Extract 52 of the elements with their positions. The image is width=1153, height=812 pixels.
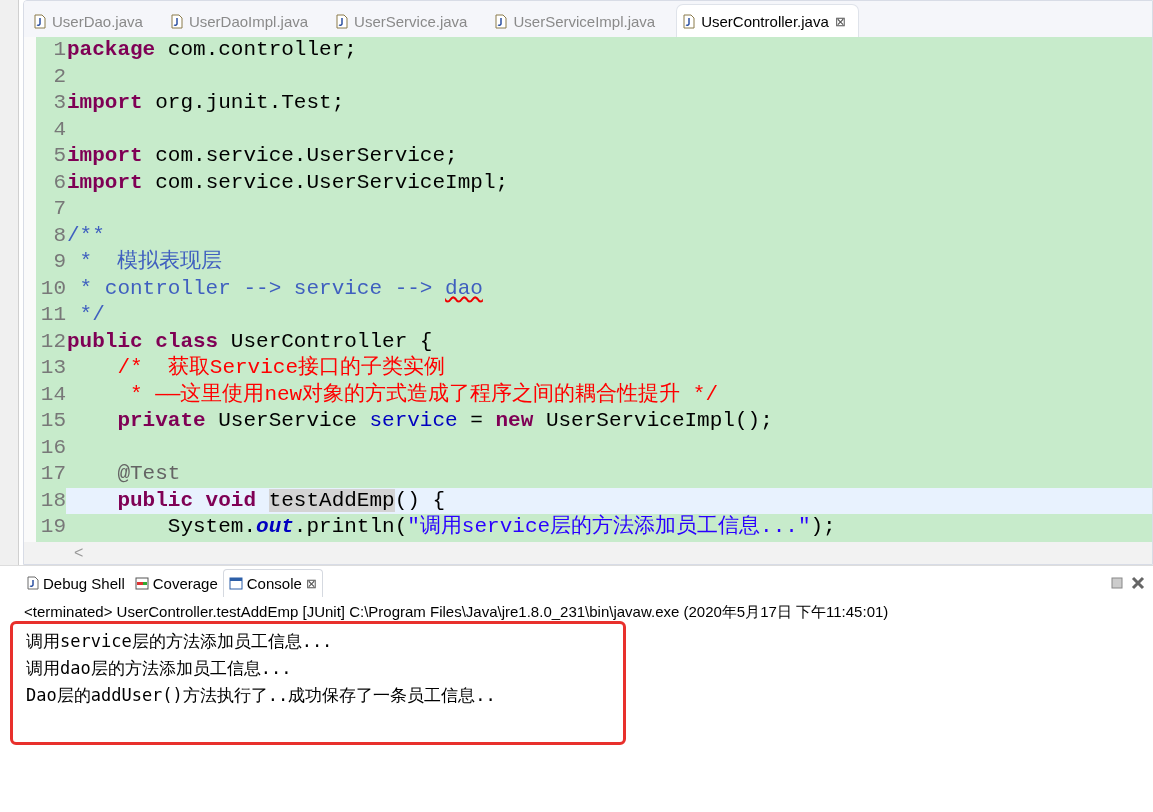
console-tab[interactable]: Debug Shell xyxy=(22,569,130,597)
line-number: 8 xyxy=(52,222,66,249)
code-line: * 模拟表现层 xyxy=(78,249,224,275)
line-number: 10 xyxy=(39,275,66,302)
code-line: * controller --> service --> dao xyxy=(78,275,484,302)
java-file-icon xyxy=(34,13,46,29)
java-file-icon xyxy=(336,13,349,29)
line-number: 18 xyxy=(39,487,66,514)
code-line: * ——这里使用new对象的方式造成了程序之间的耦合性提升 */ xyxy=(129,381,720,408)
line-number: 6 xyxy=(52,169,66,196)
code-line: package com.controller; xyxy=(66,37,358,63)
line-number: 13 xyxy=(39,355,66,381)
java-file-icon xyxy=(170,13,183,29)
code-line: private UserService service = new UserServiceImpl(); xyxy=(116,408,774,434)
line-number: 16 xyxy=(39,434,66,461)
console-icon xyxy=(228,577,243,590)
code-line: public class UserController { xyxy=(66,328,434,355)
console-output-line: 调用service层的方法添加员工信息... xyxy=(26,630,334,653)
line-number: 7 xyxy=(52,196,66,222)
line-number: 5 xyxy=(52,143,66,169)
shell-icon xyxy=(27,576,39,590)
line-number: 9 xyxy=(52,249,66,275)
java-file-icon xyxy=(495,13,508,29)
code-line: System.out.println("调用service层的方法添加员工信息..."); xyxy=(166,514,837,540)
editor-tab[interactable]: UserController.java ⊠ xyxy=(677,5,858,37)
line-number: 17 xyxy=(39,461,66,487)
java-file-icon xyxy=(683,13,696,29)
line-number: 19 xyxy=(39,514,66,540)
code-line: @Test xyxy=(116,461,182,487)
console-output-line: 调用dao层的方法添加员工信息... xyxy=(26,657,293,680)
console-output-line: Dao层的addUser()方法执行了..成功保存了一条员工信息.. xyxy=(26,684,497,707)
line-number: 1 xyxy=(52,37,66,63)
code-line: import com.service.UserServiceImpl; xyxy=(66,169,510,196)
code-line: import org.junit.Test; xyxy=(66,90,346,116)
console-tab[interactable]: Console ⊠ xyxy=(222,569,323,597)
line-number: 11 xyxy=(39,302,66,328)
line-number: 3 xyxy=(52,90,66,116)
console-tab[interactable]: Coverage xyxy=(129,569,223,597)
console-status: <terminated> UserController.testAddEmp [JUnit] C:\Program Files\Java\jre1.8.0_231\bin\javaw.exe (2020年5月17日 下午11:45:01) xyxy=(23,602,890,622)
code-line: /* 获取Service接口的子类实例 xyxy=(116,355,447,381)
remove-icon[interactable] xyxy=(1131,576,1145,590)
code-line: import com.service.UserService; xyxy=(66,143,459,169)
code-line: */ xyxy=(78,302,106,328)
close-icon[interactable]: ⊠ xyxy=(305,576,317,591)
coverage-icon xyxy=(134,576,149,590)
code-line: /** xyxy=(66,222,106,249)
line-number: 15 xyxy=(39,408,66,434)
line-number: 2 xyxy=(52,63,66,90)
line-number: 14 xyxy=(39,381,66,408)
close-icon[interactable]: ⊠ xyxy=(834,13,846,29)
line-number: 4 xyxy=(52,116,66,143)
line-number: 12 xyxy=(39,328,66,355)
